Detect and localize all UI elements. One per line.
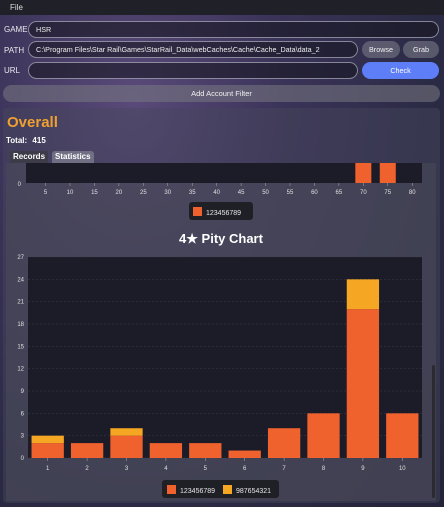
pity-bar-series1 xyxy=(228,450,261,458)
charts-svg: 05 10 15 20 25 30 35 40 45 50 55 60 65 70 75 8012345678… xyxy=(17,163,422,498)
pity-chart-x-tick: 1 xyxy=(46,466,50,472)
pity-chart-x-tick: 2 xyxy=(85,466,89,472)
pity-chart-y-tick: 27 xyxy=(17,255,24,261)
top-chart-x-tick: 10 xyxy=(67,190,74,196)
tab-records[interactable]: Records xyxy=(10,151,49,163)
pity-chart-x-tick: 9 xyxy=(361,466,365,472)
pity-bar-series1 xyxy=(31,443,64,458)
top-chart-bar xyxy=(355,163,372,183)
url-label: URL xyxy=(4,66,21,75)
game-select[interactable]: HSR xyxy=(28,21,439,38)
top-chart-legend-label: 123456789 xyxy=(206,210,241,217)
pity-bar-series1 xyxy=(346,309,380,458)
pity-chart-y-tick: 0 xyxy=(21,456,25,462)
pity-chart-title: 4★ Pity Chart xyxy=(179,231,264,246)
top-chart-x-tick: 65 xyxy=(336,190,343,196)
pity-legend-label-1: 123456789 xyxy=(180,488,215,495)
top-chart-y-tick: 0 xyxy=(18,182,22,188)
pity-chart-x-tick: 10 xyxy=(399,466,406,472)
grab-button[interactable]: Grab xyxy=(403,41,439,58)
top-chart-x-tick: 70 xyxy=(360,190,367,196)
browse-button[interactable]: Browse xyxy=(362,41,400,58)
top-chart-x-tick: 80 xyxy=(409,190,416,196)
total-line: Total: 415 xyxy=(6,136,46,145)
game-label: GAME xyxy=(4,25,28,34)
top-chart-x-tick: 20 xyxy=(116,190,123,196)
top-chart-x-tick: 45 xyxy=(238,190,245,196)
pity-chart-y-tick: 12 xyxy=(17,367,24,373)
pity-chart-x-tick: 5 xyxy=(204,466,208,472)
pity-bar-series2 xyxy=(346,279,380,310)
check-button[interactable]: Check xyxy=(362,62,439,79)
scrollbar[interactable] xyxy=(432,365,435,498)
top-chart-x-tick: 75 xyxy=(384,190,391,196)
menu-file[interactable]: File xyxy=(10,3,23,12)
pity-chart-x-tick: 8 xyxy=(322,466,326,472)
pity-bar-series1 xyxy=(149,443,183,458)
path-label: PATH xyxy=(4,46,25,55)
top-chart-x-tick: 5 xyxy=(44,190,48,196)
pity-chart-x-tick: 7 xyxy=(282,466,286,472)
pity-chart-y-tick: 3 xyxy=(21,434,25,440)
top-chart-x-tick: 35 xyxy=(189,190,196,196)
tab-statistics[interactable]: Statistics xyxy=(52,151,94,163)
pity-bar-series1 xyxy=(70,443,104,458)
pity-chart-y-tick: 9 xyxy=(21,389,25,395)
total-label: Total: xyxy=(6,136,28,145)
pity-chart-x-tick: 4 xyxy=(164,466,168,472)
pity-chart-y-tick: 24 xyxy=(17,277,24,283)
pity-chart-y-tick: 21 xyxy=(17,300,24,306)
pity-legend-swatch-2 xyxy=(223,485,232,494)
pity-legend-swatch-1 xyxy=(167,485,176,494)
pity-chart-y-tick: 18 xyxy=(17,322,24,328)
pity-bar-series1 xyxy=(189,443,222,458)
top-chart-x-tick: 25 xyxy=(140,190,147,196)
overall-title: Overall xyxy=(7,114,58,131)
pity-legend-label-2: 987654321 xyxy=(236,488,271,495)
statistics-content: 0 5 10 15 20 25 30 35 40 45 50 55 60 65 70 75 80 12345678… xyxy=(6,163,436,501)
pity-bar-series2 xyxy=(110,428,143,436)
pity-bar-series1 xyxy=(386,413,419,458)
pity-chart-y-tick: 6 xyxy=(21,411,25,417)
top-chart-x-tick: 30 xyxy=(164,190,171,196)
total-value: 415 xyxy=(32,136,46,145)
add-account-filter-button[interactable]: Add Account Filter xyxy=(3,85,440,102)
top-chart-x-tick: 50 xyxy=(262,190,269,196)
top-chart-x-tick: 55 xyxy=(287,190,294,196)
path-input[interactable]: C:\Program Files\Star Rail\Games\StarRai… xyxy=(28,41,358,58)
pity-bar-series2 xyxy=(31,435,64,444)
top-chart-x-tick: 60 xyxy=(311,190,318,196)
pity-chart-x-tick: 3 xyxy=(125,466,129,472)
pity-chart-x-tick: 6 xyxy=(243,466,247,472)
top-chart-x-tick: 15 xyxy=(91,190,98,196)
top-chart-legend-swatch xyxy=(193,207,202,216)
pity-bar-series1 xyxy=(267,428,301,458)
pity-bar-series1 xyxy=(110,435,143,458)
menu-bar: File xyxy=(0,0,444,15)
top-chart-bar xyxy=(379,163,396,183)
pity-bar-series1 xyxy=(307,413,340,458)
top-chart-x-tick: 40 xyxy=(213,190,220,196)
url-input[interactable] xyxy=(28,62,358,79)
pity-chart-y-tick: 15 xyxy=(17,344,24,350)
